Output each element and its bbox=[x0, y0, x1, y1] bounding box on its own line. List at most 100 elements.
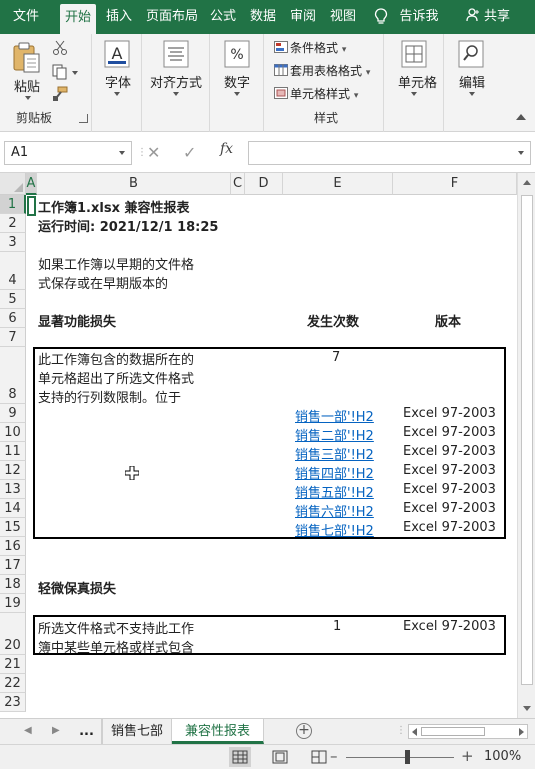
issue2-count: 1 bbox=[333, 619, 342, 634]
cell-styles-button[interactable]: 单元格样式 ▾ bbox=[274, 84, 358, 104]
tab-file[interactable]: 文件 bbox=[6, 0, 46, 34]
add-sheet-icon[interactable]: + bbox=[296, 723, 312, 739]
vertical-scrollbar[interactable] bbox=[517, 173, 535, 718]
zoom-slider-thumb[interactable] bbox=[405, 750, 410, 764]
tab-review[interactable]: 审阅 bbox=[288, 0, 318, 34]
percent-icon: % bbox=[224, 40, 250, 68]
tab-formulas[interactable]: 公式 bbox=[208, 0, 238, 34]
sheet-link-5[interactable]: 销售五部'!H2 bbox=[295, 482, 374, 501]
row-header[interactable]: 18 bbox=[0, 575, 26, 594]
conditional-format-label: 条件格式 bbox=[290, 41, 339, 55]
row-header[interactable]: 1 bbox=[0, 195, 26, 214]
sheet-link-6[interactable]: 销售六部'!H2 bbox=[295, 501, 374, 520]
format-painter-icon[interactable] bbox=[52, 86, 68, 102]
scroll-right-icon[interactable] bbox=[519, 728, 524, 736]
chevron-down-icon[interactable] bbox=[72, 71, 78, 75]
column-header-c[interactable]: C bbox=[231, 173, 245, 195]
sheet-tab-sales-7[interactable]: 销售七部 bbox=[102, 719, 172, 744]
normal-view-icon[interactable] bbox=[229, 747, 251, 767]
version-cell: Excel 97-2003 bbox=[403, 406, 496, 421]
insert-function-icon[interactable]: fx bbox=[220, 141, 233, 157]
cells-group[interactable]: 单元格 bbox=[384, 34, 444, 132]
row-header[interactable]: 12 bbox=[0, 461, 26, 480]
row-header[interactable]: 11 bbox=[0, 442, 26, 461]
drag-handle-icon[interactable]: ⋮ bbox=[137, 147, 147, 158]
vertical-scroll-thumb[interactable] bbox=[521, 195, 533, 685]
cancel-icon[interactable]: ✕ bbox=[147, 143, 160, 162]
dialog-launcher-icon[interactable] bbox=[79, 114, 88, 123]
prev-sheet-icon[interactable]: ◀ bbox=[24, 725, 32, 736]
zoom-in-icon[interactable]: + bbox=[461, 747, 474, 765]
column-header-d[interactable]: D bbox=[245, 173, 283, 195]
row-header[interactable]: 22 bbox=[0, 674, 26, 693]
row-header[interactable]: 2 bbox=[0, 214, 26, 233]
row-header[interactable]: 17 bbox=[0, 556, 26, 575]
font-group[interactable]: A 字体 bbox=[92, 34, 142, 132]
tell-me-search[interactable]: 告诉我 bbox=[396, 0, 442, 34]
cell-styles-icon bbox=[274, 87, 288, 99]
sheet-tab-compat-report[interactable]: 兼容性报表 bbox=[172, 719, 264, 744]
select-all-corner[interactable] bbox=[0, 173, 26, 195]
format-as-table-button[interactable]: 套用表格格式 ▾ bbox=[274, 61, 370, 81]
name-box[interactable]: A1 bbox=[4, 141, 132, 165]
row-header[interactable]: 8 bbox=[0, 347, 26, 404]
tab-data[interactable]: 数据 bbox=[248, 0, 278, 34]
horizontal-scroll-thumb[interactable] bbox=[421, 727, 485, 736]
drag-handle-icon[interactable]: ⋮ bbox=[396, 725, 406, 736]
zoom-level[interactable]: 100% bbox=[484, 749, 521, 764]
column-header-a[interactable]: A bbox=[26, 173, 37, 195]
row-header[interactable]: 4 bbox=[0, 252, 26, 290]
page-layout-view-icon[interactable] bbox=[272, 750, 288, 764]
horizontal-scrollbar[interactable] bbox=[408, 724, 528, 739]
column-header-f[interactable]: F bbox=[393, 173, 517, 195]
sheet-link-1[interactable]: 销售一部'!H2 bbox=[295, 406, 374, 425]
row-header[interactable]: 20 bbox=[0, 613, 26, 655]
more-sheets-button[interactable]: ... bbox=[72, 719, 102, 744]
collapse-ribbon-icon[interactable] bbox=[516, 114, 526, 120]
sheet-link-2[interactable]: 销售二部'!H2 bbox=[295, 425, 374, 444]
row-header[interactable]: 9 bbox=[0, 404, 26, 423]
sheet-link-4[interactable]: 销售四部'!H2 bbox=[295, 463, 374, 482]
scroll-left-icon[interactable] bbox=[412, 728, 417, 736]
row-header[interactable]: 3 bbox=[0, 233, 26, 252]
share-button[interactable]: 共享 bbox=[466, 0, 510, 34]
tab-home[interactable]: 开始 bbox=[60, 4, 96, 34]
cut-icon[interactable] bbox=[52, 40, 68, 56]
scroll-up-icon[interactable] bbox=[523, 180, 531, 185]
next-sheet-icon[interactable]: ▶ bbox=[52, 725, 60, 736]
tab-view[interactable]: 视图 bbox=[328, 0, 358, 34]
tab-page-layout[interactable]: 页面布局 bbox=[144, 0, 200, 34]
conditional-format-button[interactable]: 条件格式 ▾ bbox=[274, 38, 346, 58]
row-header[interactable]: 23 bbox=[0, 693, 26, 712]
row-header[interactable]: 10 bbox=[0, 423, 26, 442]
column-header-b[interactable]: B bbox=[37, 173, 231, 195]
zoom-out-icon[interactable]: – bbox=[330, 747, 338, 765]
row-header[interactable]: 16 bbox=[0, 537, 26, 556]
row-header[interactable]: 19 bbox=[0, 594, 26, 613]
scroll-down-icon[interactable] bbox=[523, 706, 531, 711]
column-header-e[interactable]: E bbox=[283, 173, 393, 195]
copy-icon[interactable] bbox=[52, 64, 68, 80]
page-break-view-icon[interactable] bbox=[311, 750, 327, 764]
active-cell-a1[interactable] bbox=[27, 196, 36, 216]
tab-insert[interactable]: 插入 bbox=[103, 0, 135, 34]
row-header[interactable]: 6 bbox=[0, 309, 26, 328]
row-header[interactable]: 5 bbox=[0, 290, 26, 309]
chevron-down-icon[interactable] bbox=[518, 151, 524, 155]
sheet-link-3[interactable]: 销售三部'!H2 bbox=[295, 444, 374, 463]
row-header[interactable]: 14 bbox=[0, 499, 26, 518]
row-header[interactable]: 7 bbox=[0, 328, 26, 347]
row-header[interactable]: 21 bbox=[0, 655, 26, 674]
row-header[interactable]: 13 bbox=[0, 480, 26, 499]
sheet-link-7[interactable]: 销售七部'!H2 bbox=[295, 520, 374, 539]
editing-group[interactable]: 编辑 bbox=[444, 34, 500, 132]
formula-input[interactable] bbox=[248, 141, 531, 165]
paste-button[interactable]: 粘贴 bbox=[8, 38, 44, 102]
row-header[interactable]: 15 bbox=[0, 518, 26, 537]
number-group[interactable]: % 数字 bbox=[210, 34, 264, 132]
worksheet-grid[interactable]: A B C D E F 1 2 3 4 5 6 7 8 9 10 11 12 1… bbox=[0, 173, 535, 718]
zoom-slider-track[interactable] bbox=[346, 757, 454, 758]
alignment-group[interactable]: 对齐方式 bbox=[142, 34, 210, 132]
enter-icon[interactable]: ✓ bbox=[183, 143, 196, 162]
lightbulb-icon[interactable] bbox=[374, 8, 388, 26]
